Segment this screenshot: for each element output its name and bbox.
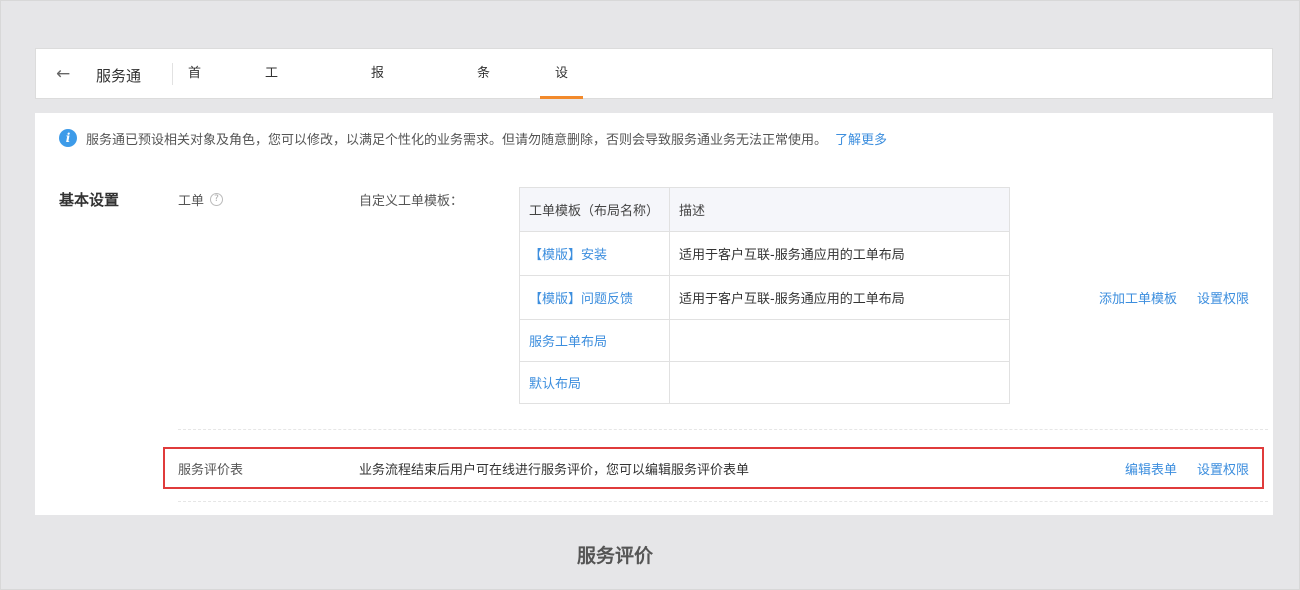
top-nav-bar: ← 服务通 首页 工单管理 报表统计 条码 设置 [35, 48, 1273, 231]
workorder-label: 工单 ? [178, 190, 224, 209]
column-header-template-name: 工单模板（布局名称） [519, 187, 670, 232]
tab-barcode[interactable]: 条码 [477, 49, 490, 131]
edit-form-link[interactable]: 编辑表单 [1125, 459, 1177, 478]
template-description [669, 361, 1010, 404]
figure-caption: 服务评价 [576, 545, 653, 567]
row-divider [178, 429, 1268, 430]
evaluation-description: 业务流程结束后用户可在线进行服务评价，您可以编辑服务评价表单 [359, 463, 750, 478]
template-name-link[interactable]: 服务工单布局 [519, 319, 670, 362]
template-description: 适用于客户互联-服务通应用的工单布局 [669, 231, 1010, 276]
template-description: 适用于客户互联-服务通应用的工单布局 [669, 275, 1010, 320]
table-header-row: 工单模板（布局名称） 描述 [519, 187, 1010, 232]
nav-divider [172, 63, 173, 85]
set-permission-link[interactable]: 设置权限 [1197, 288, 1249, 307]
info-icon: i [59, 129, 77, 147]
template-description [669, 319, 1010, 362]
column-header-description: 描述 [669, 187, 1010, 232]
active-tab-indicator [540, 96, 584, 99]
app-title: 服务通 [96, 67, 142, 85]
template-label: 自定义工单模板： [359, 194, 464, 209]
notice-text: 服务通已预设相关对象及角色，您可以修改，以满足个性化的业务需求。但请勿随意删除，… [86, 132, 828, 148]
table-row: 默认布局 [519, 361, 1010, 404]
table-row: 服务工单布局 [519, 319, 1010, 362]
workorder-label-text: 工单 [178, 194, 205, 209]
table-row: 【模版】问题反馈 适用于客户互联-服务通应用的工单布局 [519, 275, 1010, 320]
set-permission-link[interactable]: 设置权限 [1197, 459, 1249, 478]
learn-more-link[interactable]: 了解更多 [835, 129, 887, 148]
tab-reports[interactable]: 报表统计 [371, 49, 384, 231]
add-template-link[interactable]: 添加工单模板 [1099, 288, 1177, 307]
workorder-actions: 添加工单模板 设置权限 [1099, 288, 1249, 307]
workorder-template-table: 工单模板（布局名称） 描述 【模版】安装 适用于客户互联-服务通应用的工单布局 … [519, 187, 1010, 404]
tab-settings[interactable]: 设置 [540, 49, 584, 131]
row-divider [178, 501, 1268, 502]
table-row: 【模版】安装 适用于客户互联-服务通应用的工单布局 [519, 231, 1010, 276]
template-name-link[interactable]: 【模版】问题反馈 [519, 275, 670, 320]
evaluation-label: 服务评价表 [178, 463, 244, 478]
tab-home[interactable]: 首页 [188, 49, 201, 131]
template-name-link[interactable]: 【模版】安装 [519, 231, 670, 276]
section-title: 基本设置 [59, 191, 120, 209]
tab-workorder-management[interactable]: 工单管理 [265, 49, 278, 231]
settings-panel: i 服务通已预设相关对象及角色，您可以修改，以满足个性化的业务需求。但请勿随意删… [35, 113, 1273, 515]
notice-bar: i 服务通已预设相关对象及角色，您可以修改，以满足个性化的业务需求。但请勿随意删… [59, 128, 887, 148]
help-icon[interactable]: ? [210, 193, 224, 206]
evaluation-actions: 编辑表单 设置权限 [1125, 459, 1249, 478]
back-arrow-icon[interactable]: ← [56, 65, 74, 83]
template-name-link[interactable]: 默认布局 [519, 361, 670, 404]
